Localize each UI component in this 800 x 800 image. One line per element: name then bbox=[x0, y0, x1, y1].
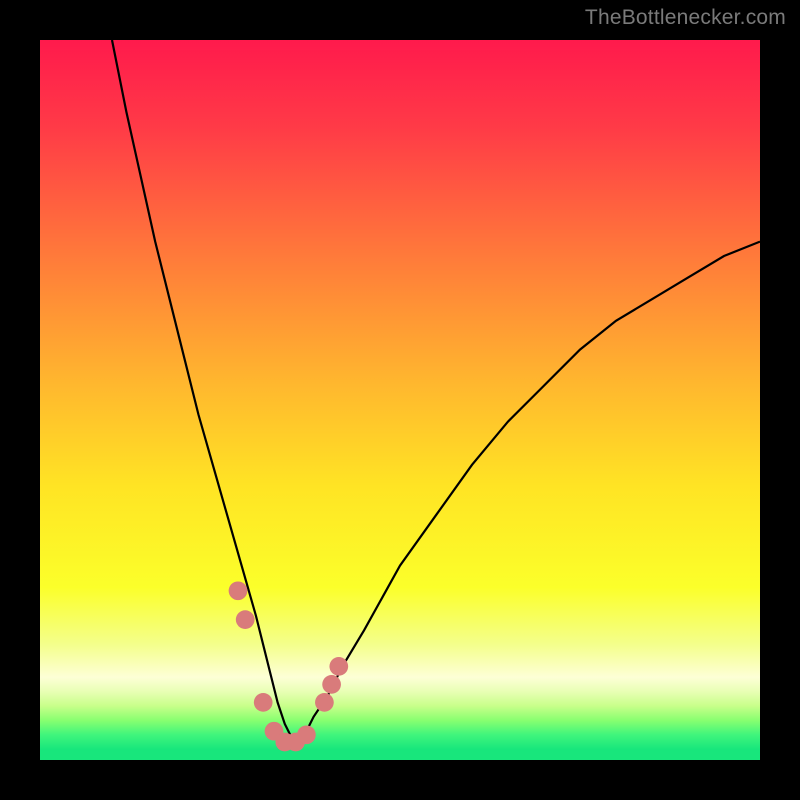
plot-area bbox=[40, 40, 760, 760]
chart-container: TheBottlenecker.com bbox=[0, 0, 800, 800]
attribution-text: TheBottlenecker.com bbox=[585, 6, 786, 30]
bottleneck-curve bbox=[40, 40, 760, 760]
data-marker bbox=[297, 725, 316, 744]
data-marker bbox=[229, 581, 248, 600]
data-marker bbox=[236, 610, 255, 629]
data-marker bbox=[322, 675, 341, 694]
data-marker bbox=[329, 657, 348, 676]
data-marker bbox=[315, 693, 334, 712]
data-marker bbox=[254, 693, 273, 712]
